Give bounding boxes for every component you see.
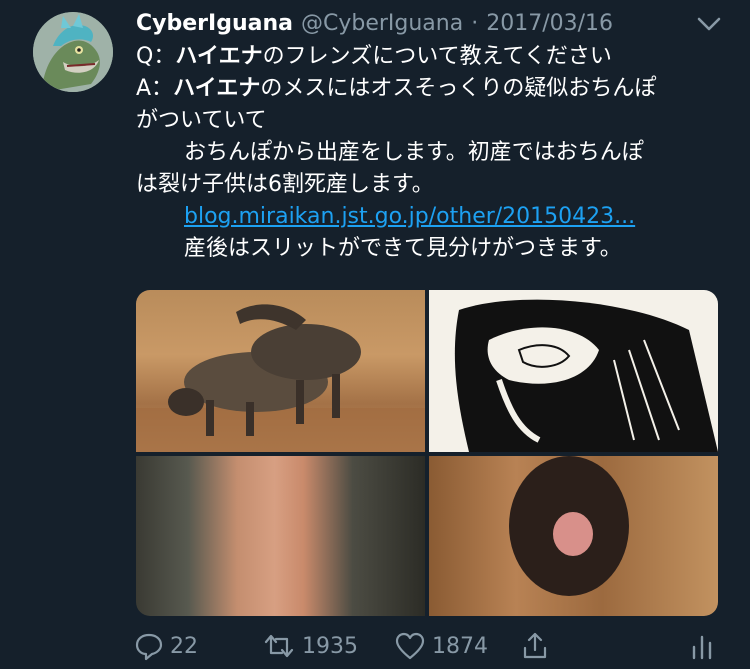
tweet-line-answer: A：ハイエナのメスにはオスそっくりの疑似おちんぽ	[136, 76, 657, 101]
analytics-icon	[692, 635, 712, 660]
like-count: 1874	[432, 633, 488, 659]
chevron-down-icon[interactable]	[694, 10, 724, 38]
tweet-line-7: 産後はスリットができて見分けがつきます。	[184, 236, 622, 261]
media-grid	[136, 290, 718, 616]
diagram-hyena-anatomy[interactable]	[429, 290, 718, 452]
display-name[interactable]: CyberIguana	[136, 11, 293, 36]
reply-button[interactable]: 22	[134, 628, 198, 664]
retweet-count: 1935	[302, 633, 358, 659]
photo-closeup-left[interactable]	[136, 456, 425, 616]
share-button[interactable]	[520, 628, 550, 664]
tweet-header: CyberIguana @CyberIguana · 2017/03/16	[136, 6, 613, 40]
avatar[interactable]	[33, 12, 113, 92]
tweet-line-3: がついていて	[136, 108, 267, 133]
header-separator: ·	[471, 10, 479, 36]
tweet-link[interactable]: blog.miraikan.jst.go.jp/other/20150423..…	[184, 204, 635, 229]
photo-hyenas-mating[interactable]	[136, 290, 425, 452]
tweet-text: Q：ハイエナのフレンズについて教えてください A：ハイエナのメスにはオスそっくり…	[136, 41, 721, 265]
reply-icon	[135, 633, 163, 661]
retweet-button[interactable]: 1935	[262, 628, 358, 664]
tweet-line-5: は裂け子供は6割死産します。	[136, 172, 434, 197]
iguana-avatar-image	[33, 12, 113, 92]
tweet-line-link: blog.miraikan.jst.go.jp/other/20150423..…	[136, 201, 721, 233]
reply-count: 22	[170, 633, 198, 659]
like-icon	[395, 632, 425, 660]
tweet-date[interactable]: 2017/03/16	[486, 11, 613, 36]
analytics-button[interactable]	[690, 628, 714, 664]
tweet-actions: 22 1935 1874	[0, 628, 750, 668]
share-icon	[523, 632, 547, 659]
tweet-line-question: Q：ハイエナのフレンズについて教えてください	[136, 44, 612, 69]
photo-closeup-right[interactable]	[429, 456, 718, 616]
tweet-line-4: おちんぽから出産をします。初産ではおちんぽ	[184, 140, 644, 165]
like-button[interactable]: 1874	[394, 628, 488, 664]
user-handle[interactable]: @CyberIguana	[301, 11, 463, 36]
retweet-icon	[264, 634, 294, 658]
